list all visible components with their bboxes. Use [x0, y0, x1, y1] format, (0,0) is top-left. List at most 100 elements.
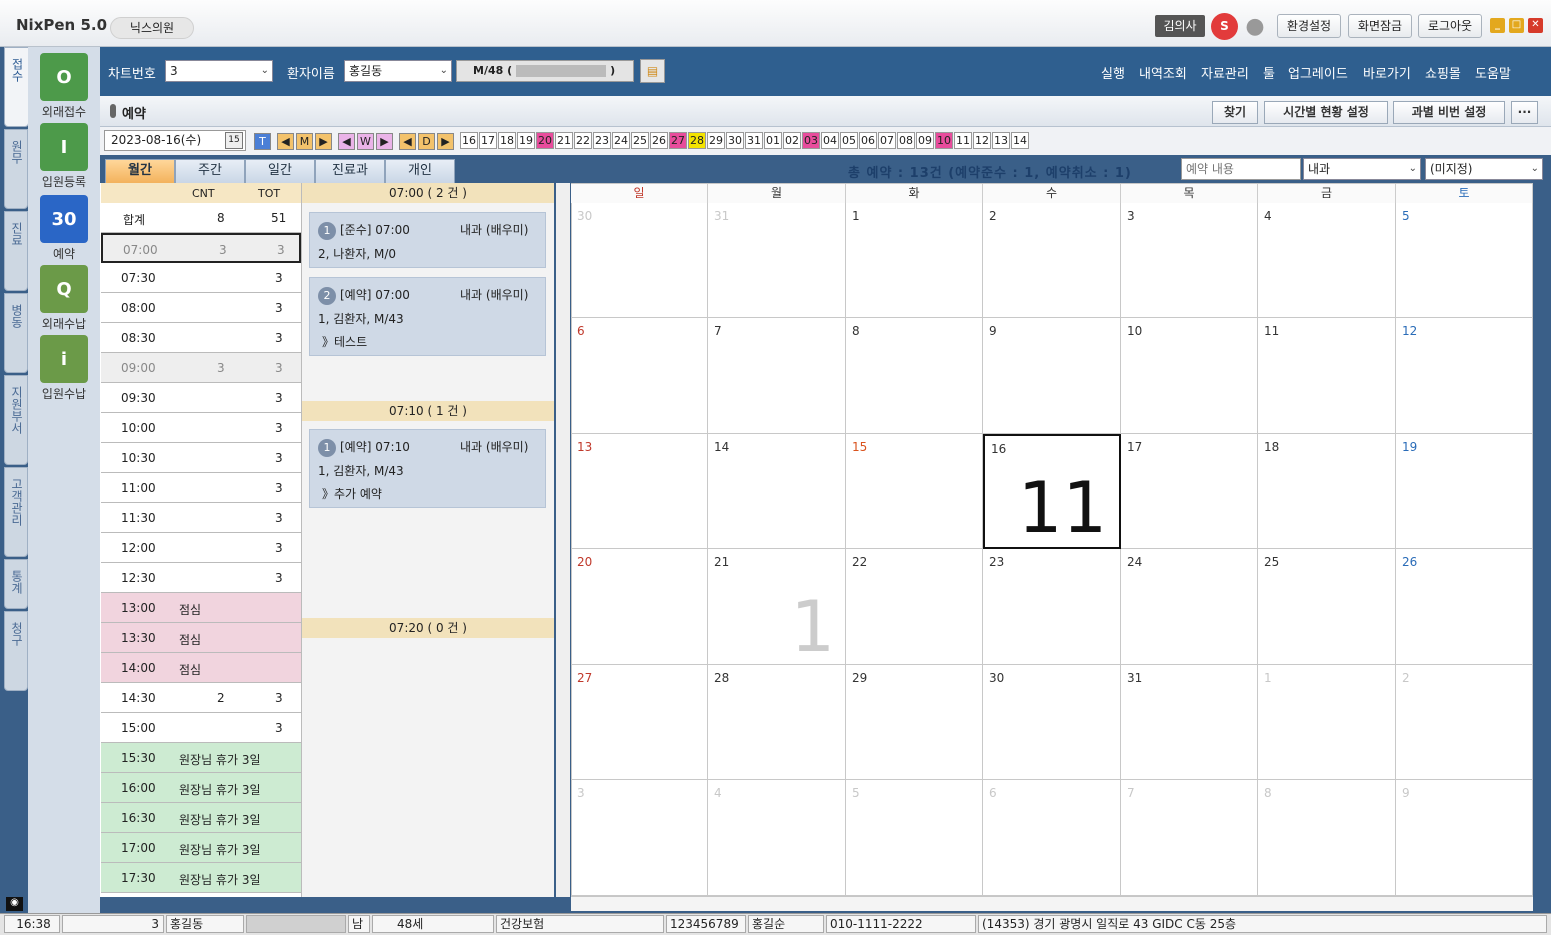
day-button[interactable]: 29	[707, 132, 725, 149]
time-row[interactable]: 11:00 3	[101, 473, 301, 503]
dept-setting-button[interactable]: 과별 비번 설정	[1393, 101, 1505, 124]
tab-support[interactable]: 지원부서	[4, 375, 28, 465]
calendar-day-cell[interactable]: 27	[571, 665, 708, 780]
find-button[interactable]: 찾기	[1212, 101, 1258, 124]
day-button[interactable]: 06	[859, 132, 877, 149]
next-day-icon[interactable]: ▶	[437, 133, 454, 150]
day-button[interactable]: 09	[916, 132, 934, 149]
day-button[interactable]: 13	[992, 132, 1010, 149]
next-week-icon[interactable]: ▶	[376, 133, 393, 150]
minimize-icon[interactable]: _	[1490, 18, 1505, 33]
horizontal-scrollbar[interactable]	[571, 897, 1533, 911]
calendar-day-cell[interactable]: 9	[983, 318, 1121, 434]
tab-claim[interactable]: 청구	[4, 611, 28, 691]
tab-admin[interactable]: 원무	[4, 129, 28, 209]
day-button[interactable]: D	[418, 133, 435, 150]
day-button[interactable]: 17	[479, 132, 497, 149]
menu-run[interactable]: 실행	[1101, 63, 1125, 82]
calendar-day-cell[interactable]: 7	[708, 318, 846, 434]
calendar-day-cell[interactable]: 2	[983, 203, 1121, 318]
tab-daily[interactable]: 일간	[245, 159, 315, 183]
calendar-day-cell[interactable]: 3	[1121, 203, 1258, 318]
calendar-day-cell[interactable]: 14	[708, 434, 846, 549]
time-row[interactable]: 10:00 3	[101, 413, 301, 443]
doctor-select[interactable]: (미지정) ⌄	[1425, 158, 1543, 180]
tab-monthly[interactable]: 월간	[105, 159, 175, 183]
time-row[interactable]: 14:30 2 3	[101, 683, 301, 713]
calendar-day-cell[interactable]: 7	[1121, 780, 1258, 896]
calendar-day-cell[interactable]: 30	[571, 203, 708, 318]
calendar-day-cell[interactable]: 28	[708, 665, 846, 780]
maximize-icon[interactable]: □	[1509, 18, 1524, 33]
week-button[interactable]: W	[357, 133, 374, 150]
signature-icon[interactable]: S	[1211, 13, 1238, 40]
calendar-day-cell[interactable]: 22	[846, 549, 983, 665]
calendar-day-cell[interactable]: 6	[983, 780, 1121, 896]
menu-data[interactable]: 자료관리	[1201, 63, 1249, 82]
calendar-day-cell[interactable]: 6	[571, 318, 708, 434]
calendar-day-cell[interactable]: 1	[846, 203, 983, 318]
calendar-day-cell[interactable]: 31	[708, 203, 846, 318]
lock-screen-button[interactable]: 화면잠금	[1348, 14, 1412, 38]
month-button[interactable]: M	[296, 133, 313, 150]
time-row[interactable]: 합계 8 51	[101, 203, 301, 233]
camera-icon[interactable]: ◉	[6, 897, 23, 911]
calendar-day-cell[interactable]: 20	[571, 549, 708, 665]
inpatient-payment-button[interactable]: i 입원수납	[36, 335, 92, 402]
calendar-day-cell[interactable]: 11	[1258, 318, 1396, 434]
calendar-picker-icon[interactable]: 15	[225, 132, 243, 149]
day-button[interactable]: 10	[935, 132, 953, 149]
day-button[interactable]: 11	[954, 132, 972, 149]
tab-department[interactable]: 진료과	[315, 159, 385, 183]
next-month-icon[interactable]: ▶	[315, 133, 332, 150]
prev-day-icon[interactable]: ◀	[399, 133, 416, 150]
tab-weekly[interactable]: 주간	[175, 159, 245, 183]
calendar-day-cell[interactable]: 12	[1396, 318, 1533, 434]
department-select[interactable]: 내과 ⌄	[1303, 158, 1421, 180]
time-row[interactable]: 07:30 3	[101, 263, 301, 293]
time-row[interactable]: 16:00 원장님 휴가 3일	[101, 773, 301, 803]
time-row[interactable]: 12:30 3	[101, 563, 301, 593]
reservation-card[interactable]: 1 [준수] 07:00 내과 (배우미) 2, 나환자, M/0	[309, 212, 546, 268]
day-button[interactable]: 04	[821, 132, 839, 149]
user-settings-icon[interactable]: ●	[1242, 13, 1268, 40]
calendar-day-cell[interactable]: 25	[1258, 549, 1396, 665]
day-button[interactable]: 22	[574, 132, 592, 149]
time-row[interactable]: 13:00 점심	[101, 593, 301, 623]
time-row[interactable]: 17:00 원장님 휴가 3일	[101, 833, 301, 863]
calendar-day-cell[interactable]: 17	[1121, 434, 1258, 549]
day-button[interactable]: 24	[612, 132, 630, 149]
menu-tools[interactable]: 툴	[1263, 63, 1275, 82]
calendar-day-cell[interactable]: 24	[1121, 549, 1258, 665]
reservation-button[interactable]: 30 예약	[36, 195, 92, 262]
calendar-day-cell[interactable]: 4	[1258, 203, 1396, 318]
calendar-day-cell[interactable]: 8	[1258, 780, 1396, 896]
menu-shop[interactable]: 쇼핑몰	[1425, 63, 1461, 82]
day-button[interactable]: 08	[897, 132, 915, 149]
time-row[interactable]: 12:00 3	[101, 533, 301, 563]
day-button[interactable]: 28	[688, 132, 706, 149]
tab-customer[interactable]: 고객관리	[4, 467, 28, 557]
time-row[interactable]: 16:30 원장님 휴가 3일	[101, 803, 301, 833]
calendar-day-cell[interactable]: 21 1	[708, 549, 846, 665]
day-button[interactable]: 19	[517, 132, 535, 149]
close-icon[interactable]: ✕	[1528, 18, 1543, 33]
patient-search-icon[interactable]: ▤	[640, 59, 665, 83]
day-button[interactable]: 30	[726, 132, 744, 149]
more-button[interactable]: ···	[1511, 101, 1538, 124]
time-row[interactable]: 10:30 3	[101, 443, 301, 473]
time-row[interactable]: 15:00 3	[101, 713, 301, 743]
calendar-day-cell[interactable]: 23	[983, 549, 1121, 665]
day-button[interactable]: 23	[593, 132, 611, 149]
prev-month-icon[interactable]: ◀	[277, 133, 294, 150]
day-button[interactable]: 25	[631, 132, 649, 149]
day-button[interactable]: 27	[669, 132, 687, 149]
reservation-card[interactable]: 2 [예약] 07:00 내과 (배우미) 1, 김환자, M/43 》테스트	[309, 277, 546, 356]
tab-stats[interactable]: 통계	[4, 559, 28, 609]
tab-treatment[interactable]: 진료	[4, 211, 28, 291]
menu-shortcuts[interactable]: 바로가기	[1363, 63, 1411, 82]
time-row[interactable]: 09:30 3	[101, 383, 301, 413]
calendar-day-cell[interactable]: 31	[1121, 665, 1258, 780]
reservation-content-input[interactable]	[1181, 158, 1301, 180]
calendar-day-cell[interactable]: 4	[708, 780, 846, 896]
